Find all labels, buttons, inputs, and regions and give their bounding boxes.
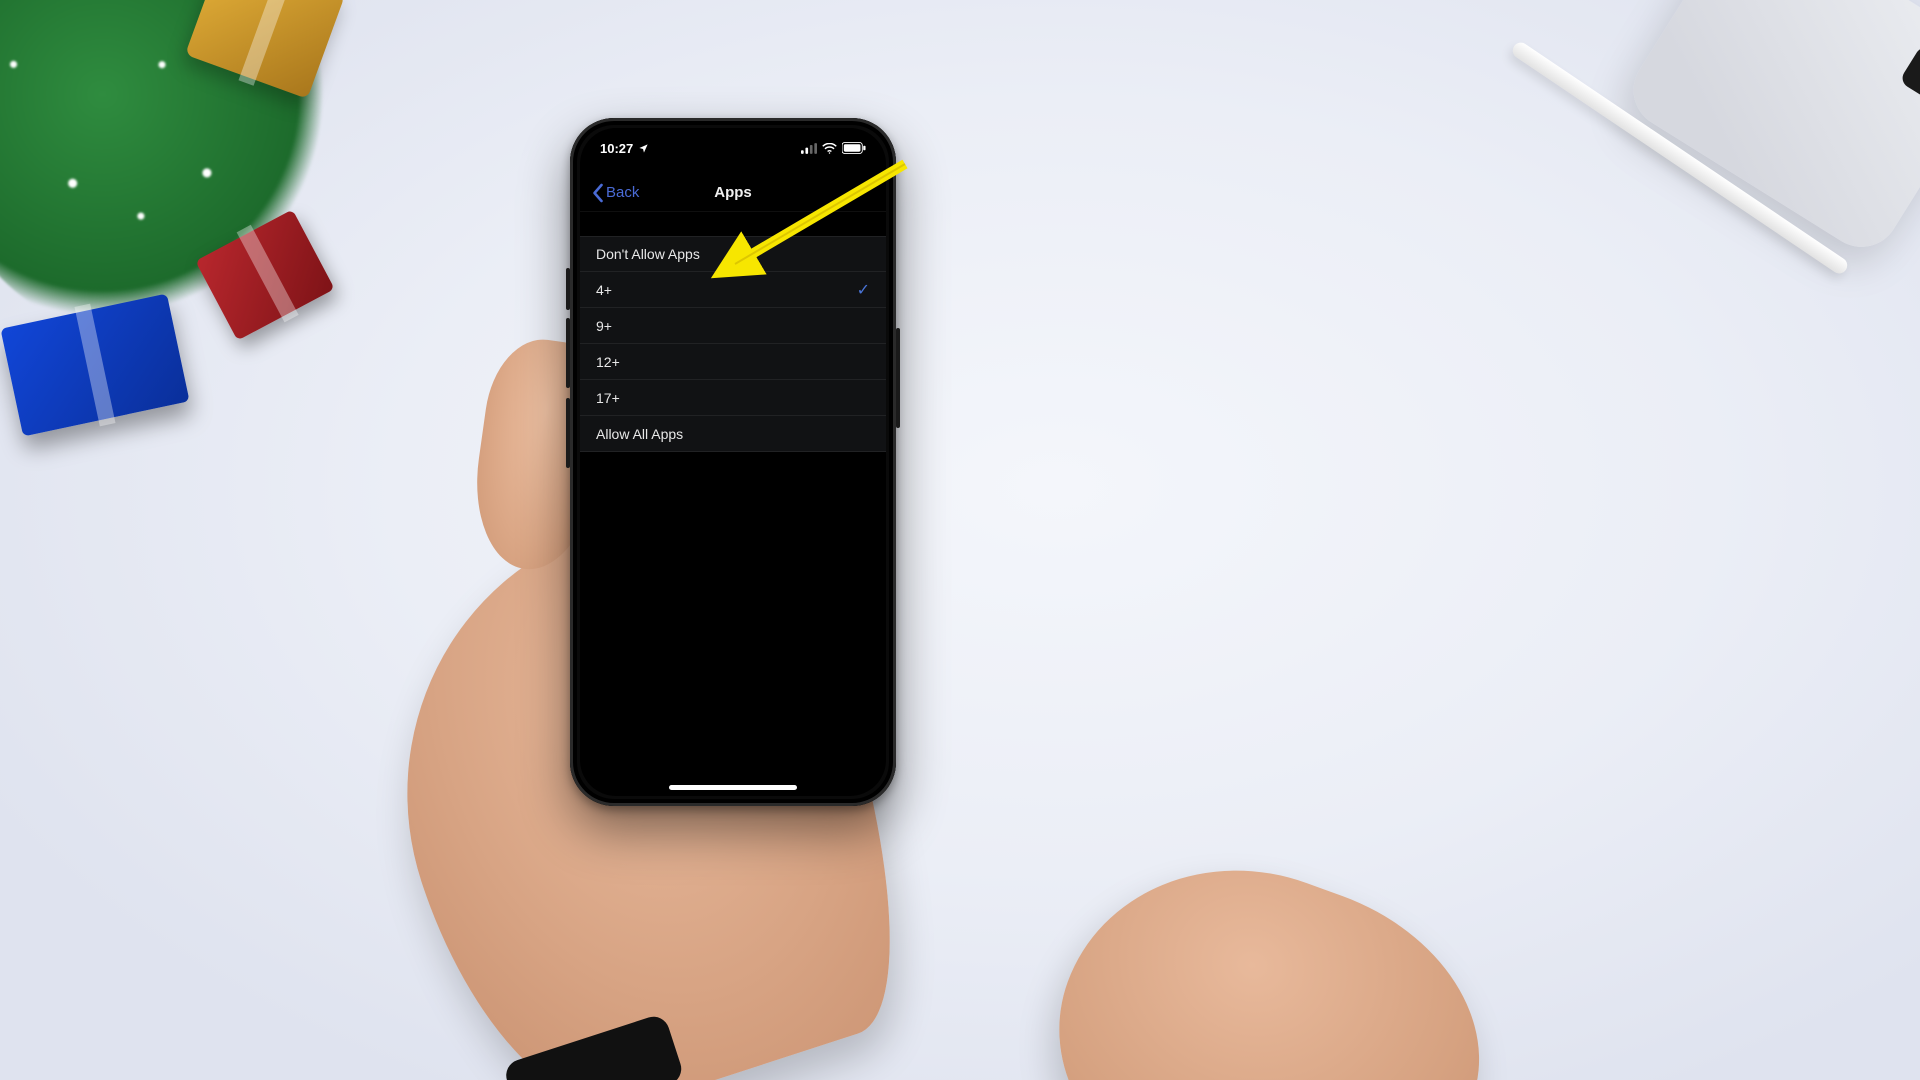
location-arrow-icon: [638, 143, 649, 154]
option-17-plus[interactable]: 17+ ✓: [580, 380, 886, 416]
wifi-icon: [822, 143, 837, 154]
option-dont-allow-apps[interactable]: Don't Allow Apps ✓: [580, 236, 886, 272]
home-indicator[interactable]: [669, 785, 797, 790]
mute-switch: [566, 268, 570, 310]
option-label: Don't Allow Apps: [596, 246, 700, 262]
status-time: 10:27: [600, 141, 633, 156]
phone-screen: 10:27: [580, 128, 886, 796]
battery-icon: [842, 142, 866, 154]
scene-background: [0, 0, 1920, 1080]
option-12-plus[interactable]: 12+ ✓: [580, 344, 886, 380]
option-label: Allow All Apps: [596, 426, 683, 442]
chevron-left-icon: [592, 183, 605, 203]
age-rating-list: Don't Allow Apps ✓ 4+ ✓ 9+ ✓ 12+ ✓ 17+ ✓…: [580, 236, 886, 452]
power-button: [896, 328, 900, 428]
option-allow-all-apps[interactable]: Allow All Apps ✓: [580, 416, 886, 452]
back-button[interactable]: Back: [586, 174, 645, 211]
volume-up: [566, 318, 570, 388]
cellular-signal-icon: [801, 143, 817, 154]
option-4-plus[interactable]: 4+ ✓: [580, 272, 886, 308]
volume-down: [566, 398, 570, 468]
option-label: 12+: [596, 354, 620, 370]
status-bar: 10:27: [580, 136, 886, 160]
checkmark-icon: ✓: [857, 280, 870, 300]
back-label: Back: [606, 184, 639, 201]
option-label: 4+: [596, 282, 612, 298]
option-9-plus[interactable]: 9+ ✓: [580, 308, 886, 344]
nav-header: Back Apps: [580, 174, 886, 212]
phone-body: 10:27: [570, 118, 896, 806]
option-label: 9+: [596, 318, 612, 334]
option-label: 17+: [596, 390, 620, 406]
page-title: Apps: [714, 184, 752, 201]
